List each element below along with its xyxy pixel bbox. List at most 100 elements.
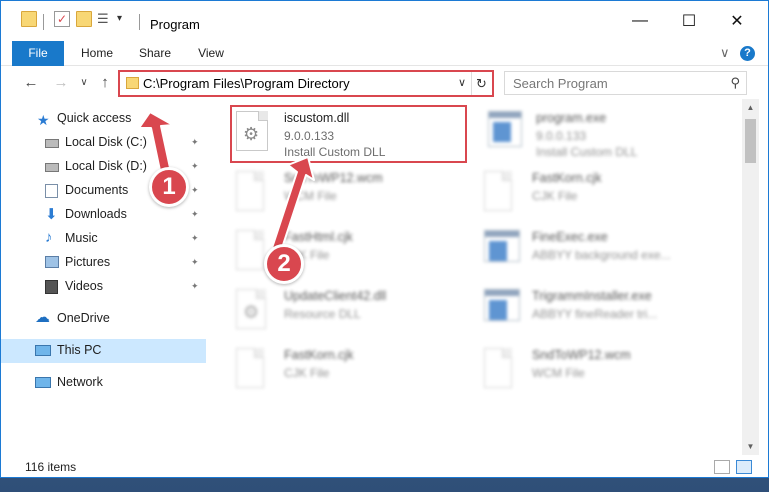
drive-icon — [45, 139, 59, 148]
back-button[interactable]: ← — [21, 73, 41, 93]
sidebar-item-label: OneDrive — [57, 311, 110, 325]
download-icon: ⬇ — [45, 206, 58, 223]
pin-icon[interactable]: ✦ — [191, 161, 200, 172]
file-item[interactable]: program.exe 9.0.0.133 Install Custom DLL — [488, 111, 738, 169]
vertical-scrollbar[interactable]: ▲ ▼ — [742, 99, 759, 455]
expand-ribbon-icon[interactable]: ∨ — [720, 45, 730, 61]
step-badge-2: 2 — [264, 244, 304, 284]
sidebar-item-label: Local Disk (D:) — [65, 159, 147, 173]
step-badge-1: 1 — [149, 167, 189, 207]
file-type: CJK File — [284, 366, 330, 380]
forward-button[interactable]: → — [51, 73, 71, 93]
properties-icon[interactable]: ✓ — [54, 11, 70, 27]
recent-locations-button[interactable]: ∨ — [74, 73, 94, 93]
file-item[interactable]: TrigrammInstaller.exe ABBYY fineReader t… — [484, 289, 734, 347]
file-item[interactable]: FastKorn.cjk CJK File — [236, 348, 486, 406]
sidebar-item-quick-access[interactable]: ★ Quick access — [1, 107, 206, 131]
pin-icon[interactable]: ✦ — [191, 233, 200, 244]
sidebar-item-videos[interactable]: Videos ✦ — [1, 275, 206, 299]
videos-icon — [45, 280, 58, 294]
sidebar-item-label: Quick access — [57, 111, 132, 125]
drive-icon — [45, 163, 59, 172]
sidebar-item-network[interactable]: Network — [1, 371, 206, 395]
exe-file-icon — [488, 111, 522, 147]
star-icon: ★ — [37, 112, 50, 128]
up-button[interactable]: ↑ — [95, 73, 115, 93]
sidebar-item-label: Music — [65, 231, 98, 245]
sidebar-item-onedrive[interactable]: ☁ OneDrive — [1, 307, 206, 331]
file-type: WCM File — [284, 189, 337, 203]
file-name: TrigrammInstaller.exe — [532, 289, 652, 303]
file-name: SndToWP12.wcm — [532, 348, 631, 362]
document-file-icon — [236, 171, 264, 211]
refresh-button[interactable]: ↻ — [471, 72, 491, 95]
window-title: Program — [150, 17, 200, 32]
file-name: SndToWP12.wcm — [284, 171, 383, 185]
document-file-icon — [484, 171, 512, 211]
sidebar-item-local-disk-c[interactable]: Local Disk (C:) ✦ — [1, 131, 206, 155]
search-icon[interactable]: ⚲ — [730, 75, 740, 91]
sidebar-item-pictures[interactable]: Pictures ✦ — [1, 251, 206, 275]
sidebar-item-label: Local Disk (C:) — [65, 135, 147, 149]
pin-icon[interactable]: ✦ — [191, 209, 200, 220]
file-name: program.exe — [536, 111, 607, 125]
document-file-icon — [236, 230, 264, 270]
pin-icon[interactable]: ✦ — [191, 185, 200, 196]
file-item[interactable]: SndToWP12.wcm WCM File — [236, 171, 486, 229]
search-box[interactable]: Search Program ⚲ — [504, 71, 747, 95]
sidebar-item-downloads[interactable]: ⬇ Downloads ✦ — [1, 203, 206, 227]
status-bar: 116 items — [1, 455, 768, 477]
item-count: 116 items — [25, 460, 77, 474]
sidebar-item-label: This PC — [57, 343, 102, 357]
dll-file-icon: ⚙ — [236, 289, 266, 329]
file-description: Install Custom DLL — [536, 145, 638, 159]
close-button[interactable]: ✕ — [715, 1, 759, 41]
sidebar-item-this-pc[interactable]: This PC — [1, 339, 206, 363]
divider — [43, 14, 44, 30]
minimize-button[interactable]: — — [618, 1, 662, 41]
file-name: FastHtml.cjk — [284, 230, 353, 244]
address-bar[interactable]: C:\Program Files\Program Directory ∨ ↻ — [118, 70, 494, 97]
file-type: ABBYY fineReader tri... — [532, 307, 658, 321]
pin-icon[interactable]: ✦ — [191, 281, 200, 292]
details-view-icon[interactable] — [714, 460, 730, 474]
quick-access-dropdown-icon[interactable]: ▾ — [117, 11, 133, 27]
network-icon — [35, 377, 51, 388]
maximize-button[interactable]: ☐ — [667, 1, 711, 41]
tab-share[interactable]: Share — [133, 41, 177, 66]
tiles-view-icon[interactable] — [736, 460, 752, 474]
file-type: CJK File — [532, 189, 578, 203]
music-icon: ♪ — [45, 229, 53, 246]
pin-icon[interactable]: ✦ — [191, 137, 200, 148]
address-dropdown-icon[interactable]: ∨ — [458, 76, 466, 89]
sidebar-item-label: Documents — [65, 183, 129, 197]
file-item[interactable]: ⚙ UpdateClient42.dll Resource DLL — [236, 289, 486, 347]
customize-toolbar-icon[interactable]: ☰ — [97, 11, 113, 27]
file-item[interactable]: SndToWP12.wcm WCM File — [484, 348, 734, 406]
divider — [139, 14, 140, 30]
file-item[interactable]: FineExec.exe ABBYY background exe... — [484, 230, 734, 288]
folder-icon — [126, 77, 139, 89]
new-folder-icon[interactable] — [76, 11, 92, 27]
file-explorer-window: ✓ ☰ ▾ Program — ☐ ✕ File Home Share View… — [0, 0, 769, 478]
file-item[interactable]: FastKorn.cjk CJK File — [484, 171, 734, 229]
help-icon[interactable]: ? — [740, 46, 755, 61]
sidebar-item-label: Downloads — [65, 207, 127, 221]
sidebar-item-label: Pictures — [65, 255, 111, 269]
tab-view[interactable]: View — [190, 41, 232, 66]
address-path[interactable]: C:\Program Files\Program Directory — [143, 76, 350, 91]
file-name: FastKorn.cjk — [284, 348, 354, 362]
scroll-up-icon[interactable]: ▲ — [742, 99, 759, 116]
search-input[interactable]: Search Program — [513, 76, 608, 91]
sidebar-item-music[interactable]: ♪ Music ✦ — [1, 227, 206, 251]
navigation-bar: ← → ∨ ↑ C:\Program Files\Program Directo… — [1, 67, 768, 99]
file-name: FastKorn.cjk — [532, 171, 602, 185]
document-file-icon — [484, 348, 512, 388]
navigation-pane: ★ Quick access Local Disk (C:) ✦ Local D… — [1, 99, 206, 455]
scrollbar-thumb[interactable] — [745, 119, 756, 163]
tab-file[interactable]: File — [12, 41, 64, 66]
file-type: ABBYY background exe... — [532, 248, 671, 262]
scroll-down-icon[interactable]: ▼ — [742, 438, 759, 455]
pin-icon[interactable]: ✦ — [191, 257, 200, 268]
tab-home[interactable]: Home — [75, 41, 119, 66]
